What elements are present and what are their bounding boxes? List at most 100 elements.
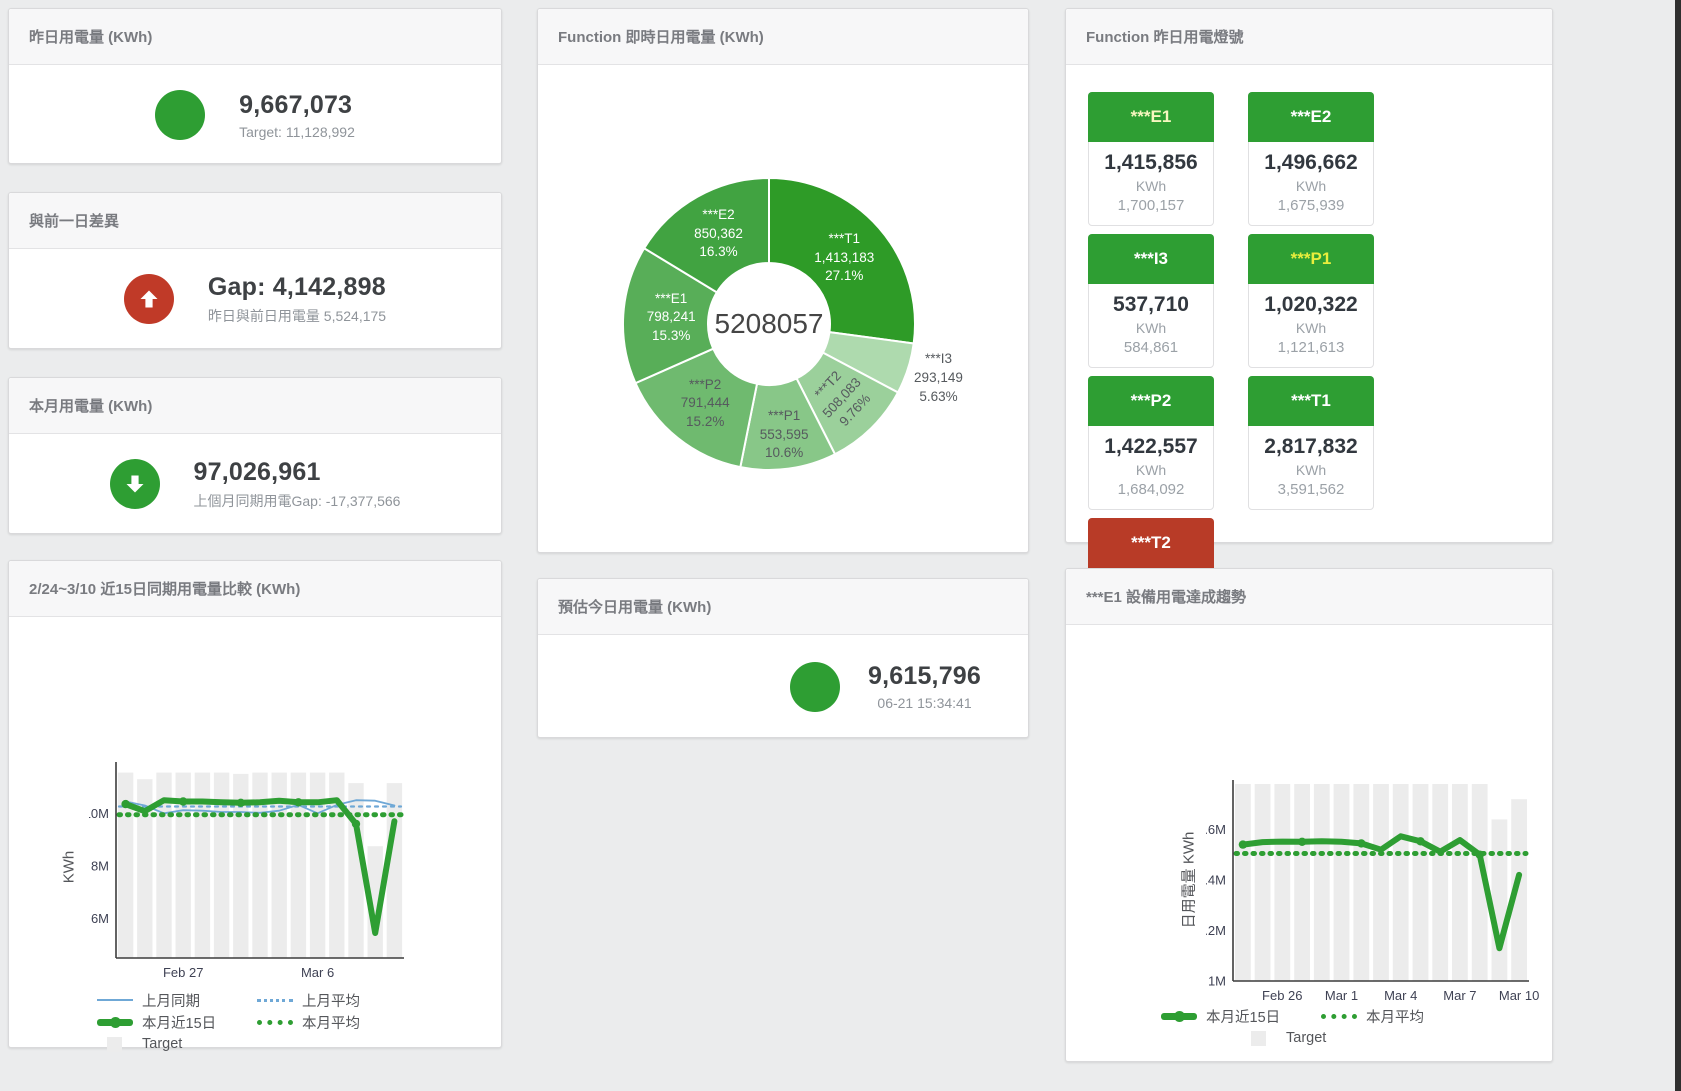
light-tile-unit: KWh bbox=[1249, 320, 1373, 336]
panel-title: 本月用電量 (KWh) bbox=[9, 378, 501, 434]
svg-text:Feb 26: Feb 26 bbox=[1262, 988, 1302, 1003]
legend-label: Target bbox=[1286, 1030, 1326, 1046]
svg-text:Mar 4: Mar 4 bbox=[1384, 988, 1417, 1003]
up-arrow-icon bbox=[124, 274, 174, 324]
estimate-timestamp: 06-21 15:34:41 bbox=[868, 695, 981, 711]
legend-item[interactable]: 上月平均 bbox=[257, 989, 417, 1011]
sw-green-dot-icon bbox=[1321, 1014, 1357, 1019]
sw-grey-sq-icon bbox=[1251, 1031, 1266, 1046]
legend-label: Target bbox=[142, 1036, 182, 1052]
svg-text:8M: 8M bbox=[91, 858, 109, 873]
panel-donut: Function 即時日用電量 (KWh) ***T1 1,413,183 27… bbox=[537, 8, 1029, 553]
panel-title: 與前一日差異 bbox=[9, 193, 501, 249]
panel-yesterday-usage: 昨日用電量 (KWh) 9,667,073 Target: 11,128,992 bbox=[8, 8, 502, 164]
svg-text:1.6M: 1.6M bbox=[1206, 822, 1226, 837]
trend-line-chart: 1M 1.2M 1.4M 1.6M Feb 26 Mar 1 Mar 4 Mar 7 Mar 1… bbox=[1206, 775, 1546, 1010]
gap-sub: 昨日與前日用電量 5,524,175 bbox=[208, 306, 386, 326]
light-tile[interactable]: ***T12,817,832KWh3,591,562 bbox=[1248, 376, 1374, 510]
status-circle-green bbox=[155, 90, 205, 140]
light-tile-target: 1,700,157 bbox=[1089, 197, 1213, 214]
light-tile-header: ***E2 bbox=[1248, 92, 1374, 142]
light-tile[interactable]: ***E2 1,496,662 KWh 1,675,939 bbox=[1248, 92, 1374, 226]
legend-item[interactable]: Target bbox=[1241, 1027, 1401, 1049]
panel-title: 2/24~3/10 近15日同期用電量比較 (KWh) bbox=[9, 561, 501, 617]
panel-trend-chart: ***E1 設備用電達成趨勢 日用電量 KWh 1M 1.2M 1.4M 1.6M Fe… bbox=[1065, 568, 1553, 1062]
sw-blue-line-icon bbox=[97, 999, 133, 1001]
sw-green-thick-icon bbox=[97, 1019, 133, 1026]
svg-text:1M: 1M bbox=[1208, 974, 1226, 989]
status-circle-green bbox=[790, 662, 840, 712]
legend-label: 上月平均 bbox=[302, 990, 360, 1011]
light-tile[interactable]: ***P2 1,422,557 KWh 1,684,092 bbox=[1088, 376, 1214, 510]
month-value: 97,026,961 bbox=[194, 458, 401, 487]
light-tile-target: 1,684,092 bbox=[1089, 481, 1213, 498]
svg-text:10M: 10M bbox=[89, 806, 109, 821]
panel-title: Function 即時日用電量 (KWh) bbox=[538, 9, 1028, 65]
light-tile-value: 2,817,832 bbox=[1249, 435, 1373, 459]
panel-compare-chart: 2/24~3/10 近15日同期用電量比較 (KWh) KWh 6M 8M 10M F… bbox=[8, 560, 502, 1048]
yesterday-value: 9,667,073 bbox=[239, 91, 355, 120]
light-tile-header: ***E1 bbox=[1088, 92, 1214, 142]
sw-blue-dash-icon bbox=[257, 999, 293, 1002]
light-tile-value: 1,020,322 bbox=[1249, 293, 1373, 317]
light-tile-value: 1,415,856 bbox=[1089, 151, 1213, 175]
legend-label: 本月近15日 bbox=[142, 1012, 216, 1033]
legend-item[interactable]: 本月近15日 bbox=[1161, 1005, 1321, 1027]
legend-item[interactable]: 本月平均 bbox=[257, 1011, 417, 1033]
light-tile-target: 1,675,939 bbox=[1249, 197, 1373, 214]
light-tile-value: 1,496,662 bbox=[1249, 151, 1373, 175]
light-tile-unit: KWh bbox=[1089, 178, 1213, 194]
light-tile-value: 537,710 bbox=[1089, 293, 1213, 317]
panel-title: Function 昨日用電燈號 bbox=[1066, 9, 1552, 65]
compare-line-chart: 6M 8M 10M Feb 27 Mar 6 bbox=[89, 762, 419, 989]
svg-text:Mar 7: Mar 7 bbox=[1443, 988, 1476, 1003]
panel-estimate-today: 預估今日用電量 (KWh) 9,615,796 06-21 15:34:41 bbox=[537, 578, 1029, 738]
legend-item[interactable]: 本月近15日 bbox=[97, 1011, 257, 1033]
panel-month-usage: 本月用電量 (KWh) 97,026,961 上個月同期用電Gap: -17,3… bbox=[8, 377, 502, 534]
sw-grey-sq-icon bbox=[107, 1037, 122, 1052]
donut-center-total: 5208057 bbox=[714, 308, 823, 340]
light-tile-unit: KWh bbox=[1249, 178, 1373, 194]
svg-text:1.2M: 1.2M bbox=[1206, 923, 1226, 938]
compare-legend: 上月同期 上月平均本月近15日 本月平均 Target bbox=[97, 989, 437, 1055]
legend-item[interactable]: 本月平均 bbox=[1321, 1005, 1481, 1027]
page-scrollbar[interactable] bbox=[1675, 0, 1681, 1091]
svg-text:1.4M: 1.4M bbox=[1206, 873, 1226, 888]
light-tile-header: ***P1 bbox=[1248, 234, 1374, 284]
legend-label: 本月平均 bbox=[302, 1012, 360, 1033]
legend-item[interactable]: 上月同期 bbox=[97, 989, 257, 1011]
svg-text:Mar 10: Mar 10 bbox=[1499, 988, 1539, 1003]
trend-y-axis-label: 日用電量 KWh bbox=[1178, 832, 1199, 929]
panel-title: 預估今日用電量 (KWh) bbox=[538, 579, 1028, 635]
function-usage-donut: ***T1 1,413,183 27.1%***I3 293,149 5.63%… bbox=[538, 65, 1028, 553]
panel-title: ***E1 設備用電達成趨勢 bbox=[1066, 569, 1552, 625]
light-tile[interactable]: ***I3537,710KWh584,861 bbox=[1088, 234, 1214, 368]
light-tile-unit: KWh bbox=[1249, 462, 1373, 478]
compare-y-axis-label: KWh bbox=[61, 851, 78, 884]
light-tile-unit: KWh bbox=[1089, 320, 1213, 336]
light-tile-value: 1,422,557 bbox=[1089, 435, 1213, 459]
sw-green-thick-icon bbox=[1161, 1013, 1197, 1020]
down-arrow-icon bbox=[110, 459, 160, 509]
estimate-value: 9,615,796 bbox=[868, 662, 981, 691]
light-tile-header: ***P2 bbox=[1088, 376, 1214, 426]
light-tile[interactable]: ***P1 1,020,322 KWh 1,121,613 bbox=[1248, 234, 1374, 368]
legend-item[interactable]: Target bbox=[97, 1033, 257, 1055]
light-tile[interactable]: ***E1 1,415,856 KWh 1,700,157 bbox=[1088, 92, 1214, 226]
month-gap: 上個月同期用電Gap: -17,377,566 bbox=[194, 491, 401, 511]
svg-text:Mar 1: Mar 1 bbox=[1325, 988, 1358, 1003]
svg-text:6M: 6M bbox=[91, 911, 109, 926]
sw-green-dot-icon bbox=[257, 1020, 293, 1025]
light-tile-target: 584,861 bbox=[1089, 339, 1213, 356]
legend-label: 上月同期 bbox=[142, 990, 200, 1011]
panel-lights: Function 昨日用電燈號 ***E1 1,415,856 KWh 1,700,1… bbox=[1065, 8, 1553, 543]
light-tile-unit: KWh bbox=[1089, 462, 1213, 478]
legend-label: 本月近15日 bbox=[1206, 1006, 1280, 1027]
legend-label: 本月平均 bbox=[1366, 1006, 1424, 1027]
panel-title: 昨日用電量 (KWh) bbox=[9, 9, 501, 65]
svg-text:Mar 6: Mar 6 bbox=[301, 965, 334, 980]
panel-gap-prev-day: 與前一日差異 Gap: 4,142,898 昨日與前日用電量 5,524,175 bbox=[8, 192, 502, 349]
light-tile-target: 3,591,562 bbox=[1249, 481, 1373, 498]
svg-text:Feb 27: Feb 27 bbox=[163, 965, 203, 980]
light-tile-target: 1,121,613 bbox=[1249, 339, 1373, 356]
